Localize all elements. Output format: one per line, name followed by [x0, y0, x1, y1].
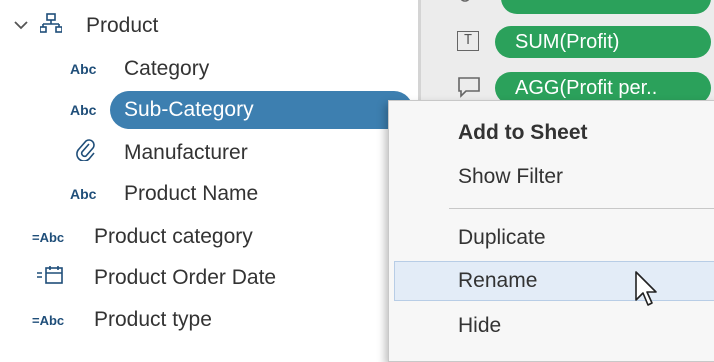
calculated-string-icon: =Abc	[32, 312, 65, 328]
text-mark-icon[interactable]: T	[457, 31, 479, 51]
field-product-name[interactable]: Abc Product Name	[70, 175, 258, 213]
field-product-order-date[interactable]: Product Order Date	[36, 259, 276, 297]
data-pane: Product Abc Category Abc Sub-Category Ma…	[0, 0, 418, 351]
field-label: Product category	[94, 225, 253, 248]
calculated-date-icon	[36, 265, 94, 291]
hierarchy-icon	[39, 13, 86, 39]
field-manufacturer[interactable]: Manufacturer	[76, 134, 248, 172]
mouse-cursor-icon	[635, 271, 657, 306]
menu-item-duplicate[interactable]: Duplicate	[389, 218, 714, 258]
menu-item-add-to-sheet[interactable]: Add to Sheet	[389, 113, 714, 153]
menu-item-label: Duplicate	[458, 226, 546, 249]
field-category[interactable]: Abc Category	[70, 50, 209, 88]
menu-separator	[449, 208, 714, 209]
field-product-type[interactable]: =Abc Product type	[32, 301, 212, 339]
marks-pill-partial[interactable]	[501, 0, 711, 14]
menu-item-rename[interactable]: Rename	[394, 261, 714, 301]
field-label: Product Order Date	[94, 266, 277, 289]
tooltip-mark-icon[interactable]	[457, 76, 481, 98]
field-group-label: Product	[86, 14, 159, 37]
field-label: Product type	[94, 308, 212, 331]
string-field-icon: Abc	[70, 102, 97, 118]
marks-pill-sum-profit[interactable]: SUM(Profit)	[495, 26, 711, 58]
field-label: Sub-Category	[124, 98, 254, 121]
field-label: Manufacturer	[124, 141, 248, 164]
menu-item-label: Add to Sheet	[458, 121, 588, 144]
pill-label: SUM(Profit)	[515, 30, 620, 53]
field-sub-category[interactable]: Abc Sub-Category	[70, 91, 254, 129]
chevron-down-icon[interactable]	[14, 17, 34, 35]
field-label: Category	[124, 57, 210, 80]
field-product-category[interactable]: =Abc Product category	[32, 218, 253, 256]
field-label: Product Name	[124, 182, 259, 205]
calculated-string-icon: =Abc	[32, 229, 65, 245]
string-field-icon: Abc	[70, 186, 97, 202]
mark-icon-partial[interactable]	[453, 0, 477, 14]
field-group-product[interactable]: Product	[14, 7, 158, 45]
string-field-icon: Abc	[70, 61, 97, 77]
context-menu: Add to Sheet Show Filter Duplicate Renam…	[388, 100, 714, 362]
paperclip-icon	[76, 139, 124, 167]
pill-label: AGG(Profit per..	[515, 76, 658, 99]
menu-item-label: Show Filter	[458, 165, 564, 188]
menu-item-label: Hide	[458, 314, 502, 337]
menu-item-show-filter[interactable]: Show Filter	[389, 157, 714, 197]
menu-item-hide[interactable]: Hide	[389, 306, 714, 346]
menu-item-label: Rename	[458, 269, 538, 292]
